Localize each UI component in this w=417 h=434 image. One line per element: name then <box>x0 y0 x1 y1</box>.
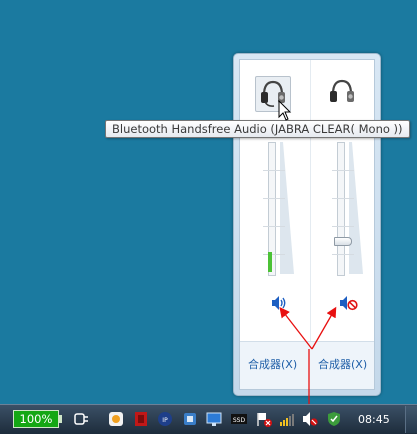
battery-indicator[interactable]: 100% <box>13 410 59 428</box>
show-desktop-button[interactable] <box>405 406 417 433</box>
power-plug-icon[interactable] <box>73 411 89 427</box>
arrow-to-speaker-1 <box>279 306 313 350</box>
annotation-arrows <box>279 306 337 416</box>
flag-error-icon[interactable] <box>256 411 272 427</box>
arrow-to-speaker-2 <box>311 306 337 350</box>
battery-tip <box>59 415 62 423</box>
volume-muted-icon[interactable] <box>302 411 318 427</box>
app-icon[interactable] <box>182 411 198 427</box>
svg-text:IP: IP <box>162 417 168 424</box>
clock[interactable]: 08:45 <box>358 413 390 426</box>
red-app-icon[interactable] <box>133 411 149 427</box>
taskbar: 100% IP SSD 08:45 <box>0 404 417 434</box>
network-icon[interactable]: IP <box>157 411 173 427</box>
display-icon[interactable] <box>206 411 222 427</box>
signal-bars-icon[interactable] <box>279 411 295 427</box>
svg-text:SSD: SSD <box>233 417 246 424</box>
shield-icon[interactable] <box>326 411 342 427</box>
ssd-icon[interactable]: SSD <box>231 411 247 427</box>
app-icon[interactable] <box>108 411 124 427</box>
